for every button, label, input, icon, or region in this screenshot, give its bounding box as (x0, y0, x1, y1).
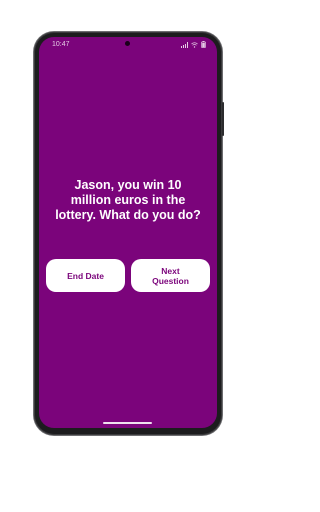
question-text: Jason, you win 10 million euros in the l… (55, 178, 201, 222)
end-date-button-label: End Date (67, 270, 104, 281)
wifi-icon (191, 41, 198, 48)
end-date-button[interactable]: End Date (46, 259, 125, 292)
next-question-button-label: Next Question (152, 265, 189, 286)
home-indicator[interactable] (103, 422, 152, 424)
status-icons (181, 41, 206, 48)
battery-icon (201, 41, 206, 48)
status-bar: 10:47 (39, 37, 217, 53)
power-button (222, 102, 224, 136)
status-time: 10:47 (52, 41, 70, 48)
next-question-button[interactable]: Next Question (131, 259, 210, 292)
signal-icon (181, 41, 188, 48)
phone-frame: 10:47 Jason, you win 10 million euros in… (34, 32, 224, 435)
front-camera (125, 41, 130, 46)
app-screen: 10:47 Jason, you win 10 million euros in… (39, 37, 217, 428)
